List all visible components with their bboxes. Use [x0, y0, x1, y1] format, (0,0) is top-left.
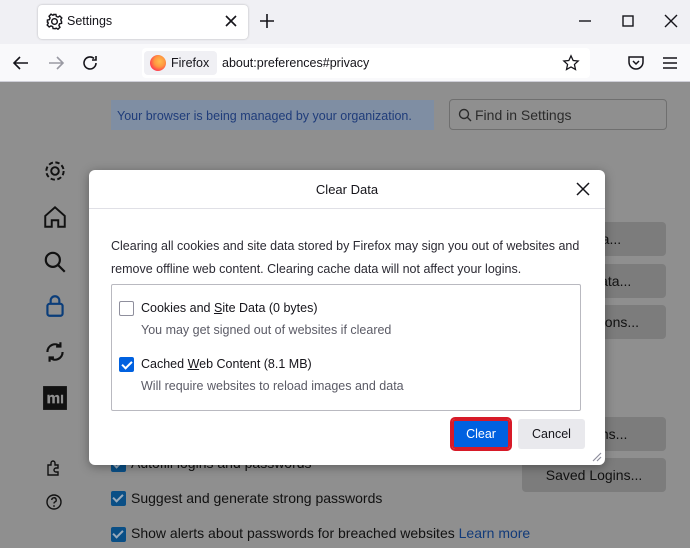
learn-more-link[interactable]: Learn more — [459, 525, 531, 541]
nav-bar: Firefox about:preferences#privacy — [0, 44, 690, 82]
search-sidebar-icon[interactable] — [42, 249, 68, 275]
breach-alerts-row: Show alerts about passwords for breached… — [131, 525, 530, 541]
general-gear-icon[interactable] — [42, 158, 68, 184]
mozilla-icon[interactable] — [42, 385, 68, 411]
cache-sublabel: Will require websites to reload images a… — [141, 379, 404, 393]
cookies-checkbox[interactable] — [119, 301, 134, 316]
dialog-description: Clearing all cookies and site data store… — [111, 239, 580, 276]
back-icon[interactable] — [11, 53, 31, 73]
help-icon[interactable] — [45, 493, 63, 511]
home-icon[interactable] — [42, 204, 68, 230]
url-bar[interactable]: Firefox about:preferences#privacy — [142, 48, 590, 78]
cookies-label-post: ite Data (0 bytes) — [222, 301, 318, 315]
dialog-title: Clear Data — [315, 182, 379, 197]
find-placeholder: Find in Settings — [475, 107, 572, 123]
saved-logins-label: Saved Logins... — [545, 467, 643, 483]
breach-alerts-label: Show alerts about passwords for breached… — [131, 525, 455, 541]
window-close-icon[interactable] — [662, 12, 680, 30]
sync-icon[interactable] — [42, 339, 68, 365]
cache-label[interactable]: Cached Web Content (8.1 MB) — [141, 357, 312, 371]
dialog-header: Clear Data — [89, 170, 605, 209]
managed-banner[interactable]: Your browser is being managed by your or… — [111, 100, 434, 130]
minimize-icon[interactable] — [576, 12, 594, 30]
suggest-passwords-label: Suggest and generate strong passwords — [131, 490, 383, 506]
forward-icon[interactable] — [46, 53, 66, 73]
options-group: Cookies and Site Data (0 bytes) You may … — [111, 284, 581, 411]
identity-label: Firefox — [171, 56, 210, 70]
close-icon[interactable] — [575, 181, 591, 197]
cookies-label[interactable]: Cookies and Site Data (0 bytes) — [141, 301, 318, 315]
tab-bar: Settings — [0, 0, 690, 44]
cookies-sublabel: You may get signed out of websites if cl… — [141, 323, 392, 337]
cookies-label-pre: Cookies and — [141, 301, 214, 315]
extensions-icon[interactable] — [45, 459, 63, 477]
breach-alerts-checkbox[interactable] — [111, 527, 126, 542]
close-icon[interactable] — [222, 12, 240, 30]
maximize-icon[interactable] — [619, 12, 637, 30]
pocket-icon[interactable] — [626, 53, 646, 73]
gear-icon — [46, 13, 63, 30]
cancel-button[interactable]: Cancel — [518, 419, 585, 449]
cache-checkbox[interactable] — [119, 357, 134, 372]
suggest-passwords-checkbox[interactable] — [111, 491, 126, 506]
clear-button[interactable]: Clear — [450, 417, 512, 451]
star-icon[interactable] — [562, 54, 580, 72]
lock-icon[interactable] — [42, 293, 68, 319]
find-in-settings-input[interactable]: Find in Settings — [449, 99, 667, 130]
reload-icon[interactable] — [80, 53, 100, 73]
cache-label-pre: Cached — [141, 357, 188, 371]
search-icon — [458, 108, 472, 122]
plus-icon[interactable] — [258, 12, 276, 30]
identity-box[interactable]: Firefox — [144, 51, 218, 75]
resize-grip-icon[interactable] — [590, 450, 602, 462]
firefox-logo-icon — [150, 55, 166, 71]
tab-title: Settings — [67, 14, 113, 28]
url-text[interactable]: about:preferences#privacy — [222, 56, 369, 70]
tab-settings[interactable]: Settings — [38, 5, 248, 39]
cache-label-accesskey: W — [187, 357, 200, 371]
cache-label-post: eb Content (8.1 MB) — [199, 357, 312, 371]
menu-icon[interactable] — [660, 53, 680, 73]
clear-data-dialog: Clear Data Clearing all cookies and site… — [89, 170, 605, 465]
